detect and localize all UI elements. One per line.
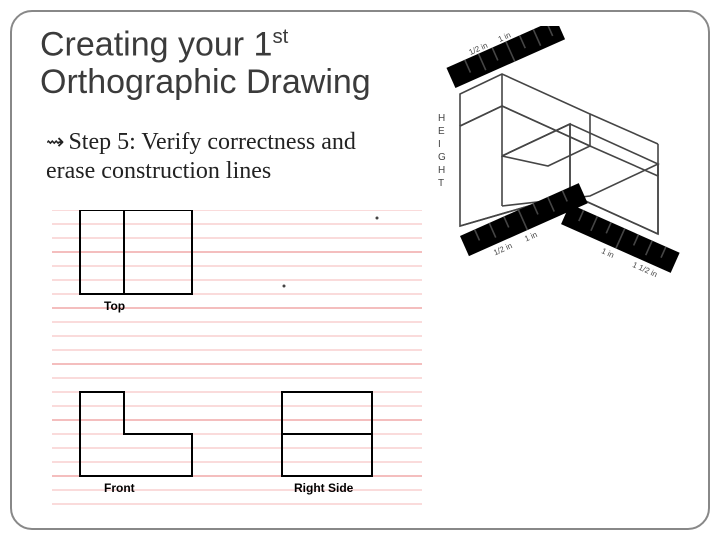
slide-frame: Creating your 1st Orthographic Drawing ⇝… <box>10 10 710 530</box>
top-label: Top <box>104 299 125 313</box>
svg-text:1 in: 1 in <box>600 246 615 259</box>
slide-title: Creating your 1st Orthographic Drawing <box>40 26 371 101</box>
height-label: H E I G H T <box>438 113 446 189</box>
title-line1-pre: Creating your 1 <box>40 25 272 63</box>
bullet-arrow-icon: ⇝ <box>46 129 64 154</box>
svg-text:H: H <box>438 165 445 176</box>
svg-text:E: E <box>438 126 445 137</box>
svg-text:G: G <box>438 152 446 163</box>
title-line1-sup: st <box>272 26 288 48</box>
views <box>80 210 372 476</box>
ruler-top: 1/2 in 1 in <box>443 26 565 88</box>
svg-text:I: I <box>438 139 441 150</box>
svg-text:T: T <box>438 178 444 189</box>
view-labels: Top Front Right Side <box>104 299 354 495</box>
side-label: Right Side <box>294 481 354 495</box>
svg-text:1 in: 1 in <box>523 230 538 243</box>
svg-text:H: H <box>438 113 445 124</box>
title-line2: Orthographic Drawing <box>40 63 371 101</box>
isometric-figure: H E I G H T L E N G T H W I D T H <box>400 26 690 286</box>
step-bullet: ⇝Step 5: Verify correctness and erase co… <box>46 128 376 186</box>
front-label: Front <box>104 481 135 495</box>
bullet-text: Step 5: Verify correctness and erase con… <box>46 129 356 184</box>
grid <box>52 210 422 504</box>
orthographic-figure: Top Front Right Side <box>52 210 422 510</box>
